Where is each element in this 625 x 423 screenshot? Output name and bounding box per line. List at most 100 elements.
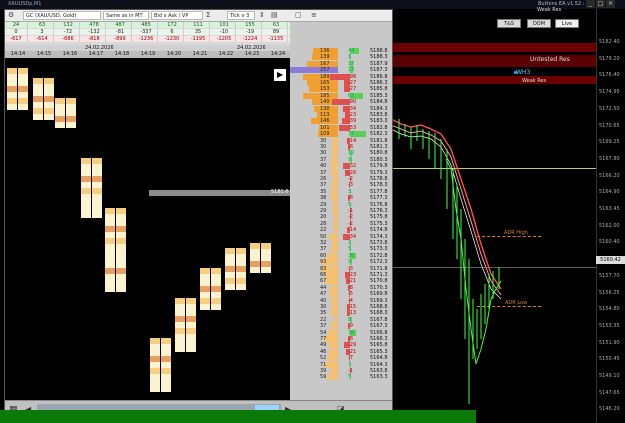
vp-delta: 62 (348, 92, 355, 99)
vp-row: 93 9 5172.3 (290, 259, 390, 266)
sigma-icon[interactable]: Σ (206, 11, 210, 19)
vp-row: 30 -14 5181.8 (290, 137, 390, 144)
vp-delta: -3 (348, 265, 353, 272)
vp-delta: -8 (348, 284, 353, 291)
stats-cell: 485 (135, 22, 158, 28)
settings-icon[interactable]: ⚙ (8, 11, 14, 19)
vp-delta: -32 (348, 163, 357, 170)
align-icon[interactable]: ⇕ (259, 11, 265, 19)
vp-delta: 30 (348, 329, 355, 336)
vp-volume-bar (330, 163, 338, 170)
footprint-cell (116, 286, 126, 292)
vp-row: 30 12 5180.8 (290, 150, 390, 157)
stats-cell: 487 (109, 22, 132, 28)
footprint-chart[interactable]: 5181.6 ▶ (5, 58, 290, 400)
vp-volume: 47 (320, 291, 327, 298)
vp-price: 5171.3 (370, 272, 388, 278)
stats-cell: -19 (239, 29, 262, 35)
vp-volume: 153 (320, 86, 330, 93)
maximize-button[interactable]: □ (596, 0, 605, 8)
vp-price: 5166.3 (370, 336, 388, 342)
vp-row: 50 -34 5174.3 (290, 233, 390, 240)
vp-volume-bar (331, 310, 338, 317)
vp-delta: 7 (348, 361, 352, 368)
price-scale-label: 5179.20 (599, 55, 620, 62)
vp-row: 167 17 5187.9 (290, 60, 390, 67)
vp-price: 5166.8 (370, 329, 388, 336)
vp-price: 5167.3 (370, 323, 388, 330)
volume-profile: 136 44 5188.8 139 1 5188.3 167 17 5187.9 257 13 518… (290, 22, 392, 400)
vp-row: 59 5 5163.3 (290, 374, 390, 381)
vp-row: 28 -2 5175.3 (290, 220, 390, 227)
vp-row: 35 3 5177.8 (290, 188, 390, 195)
footprint-cell (44, 114, 54, 120)
vp-row: 26 -2 5178.8 (290, 176, 390, 182)
stats-cell: -899 (109, 36, 132, 42)
vp-volume: 109 (320, 131, 330, 138)
vp-row: 109 77 5182.3 (290, 131, 390, 138)
vp-volume-bar (331, 323, 338, 330)
vp-delta: -90 (348, 99, 357, 106)
stats-cell: 101 (213, 22, 236, 28)
time-label: 14:21 (192, 51, 208, 57)
footprint-cell (150, 386, 160, 392)
stats-cell: -1224 (239, 36, 262, 42)
vp-delta: -23 (348, 112, 357, 118)
tick-select[interactable]: Tick x 3 (227, 11, 255, 20)
vp-price: 5165.3 (370, 348, 388, 355)
vp-volume: 30 (320, 304, 327, 310)
stats-cell: 63 (265, 22, 288, 28)
stats-row-cumdelta: -617 -614 -686 -818 -899 -1236 -1230 -1195 -1205… (5, 36, 290, 42)
price-scale[interactable]: 5182.40 5179.20 5176.40 5174.95 5172.50 5170.… (596, 9, 625, 423)
minimize-button[interactable]: _ (586, 0, 595, 8)
time-label: 14:23 (244, 51, 260, 57)
time-axis: 14:14 14:15 14:16 14:17 14:18 14:19 14:20 14:21… (5, 51, 290, 58)
footprint-toolbar: ⚙ GC (XAU/USD, Gold) Same as in MT Bid x… (5, 10, 392, 33)
price-scale-label: 5169.25 (599, 139, 620, 146)
play-button[interactable]: ▶ (273, 68, 287, 82)
vp-volume-bar (332, 137, 338, 144)
footprint-cell (105, 286, 115, 292)
vp-price: 5163.3 (370, 374, 388, 381)
stats-cell: -686 (57, 36, 80, 42)
vp-volume: 93 (320, 259, 327, 266)
vp-delta: -34 (348, 233, 357, 240)
price-highlight-bar (149, 190, 290, 196)
vp-delta: -1 (348, 368, 353, 374)
window-titlebar (0, 0, 625, 9)
symbol-select[interactable]: GC (XAU/USD, Gold) (23, 11, 101, 20)
price-chart[interactable]: ADR High ADR Low Weak Res Untested Res W… (391, 7, 596, 423)
close-button[interactable]: × (606, 0, 615, 8)
vp-volume: 101 (320, 124, 330, 131)
vp-volume-bar (324, 361, 338, 368)
vp-row: 130 -34 5184.3 (290, 105, 390, 112)
vp-price: 5178.3 (370, 182, 388, 189)
vp-row: 185 62 5185.3 (290, 92, 390, 99)
mode-select[interactable]: Bid x Ask / VP (151, 11, 203, 20)
layout-icon[interactable]: ▤ (271, 11, 278, 19)
vp-row: 49 -29 5165.8 (290, 342, 390, 349)
vp-volume: 165 (320, 80, 330, 86)
vp-volume-bar (290, 67, 338, 74)
window-icon[interactable]: ▢ (295, 11, 302, 19)
vp-delta: 1 (348, 54, 352, 61)
menu-icon[interactable]: ≡ (311, 11, 317, 19)
stats-cell: -617 (5, 36, 28, 42)
stats-cell: -337 (135, 29, 158, 35)
vp-price: 5170.8 (370, 278, 388, 285)
footprint-window[interactable]: ⚙ GC (XAU/USD, Gold) Same as in MT Bid x… (4, 9, 393, 423)
price-scale-label: 5160.40 (599, 239, 620, 246)
vp-row: 52 -7 5164.8 (290, 355, 390, 362)
vp-row: 29 -1 5176.3 (290, 208, 390, 214)
stats-cell: -132 (83, 29, 106, 35)
vp-delta: -9 (348, 323, 353, 330)
feed-select[interactable]: Same as in MT (103, 11, 149, 20)
vp-volume: 167 (320, 60, 330, 67)
vp-volume: 40 (320, 297, 327, 304)
price-scale-label: 5156.25 (599, 289, 620, 296)
vp-delta: -2 (348, 176, 353, 182)
vp-delta-bar (330, 73, 350, 80)
vp-price: 5184.3 (370, 105, 388, 112)
vp-row: 83 -3 5171.8 (290, 265, 390, 272)
vp-volume-bar (334, 214, 338, 221)
